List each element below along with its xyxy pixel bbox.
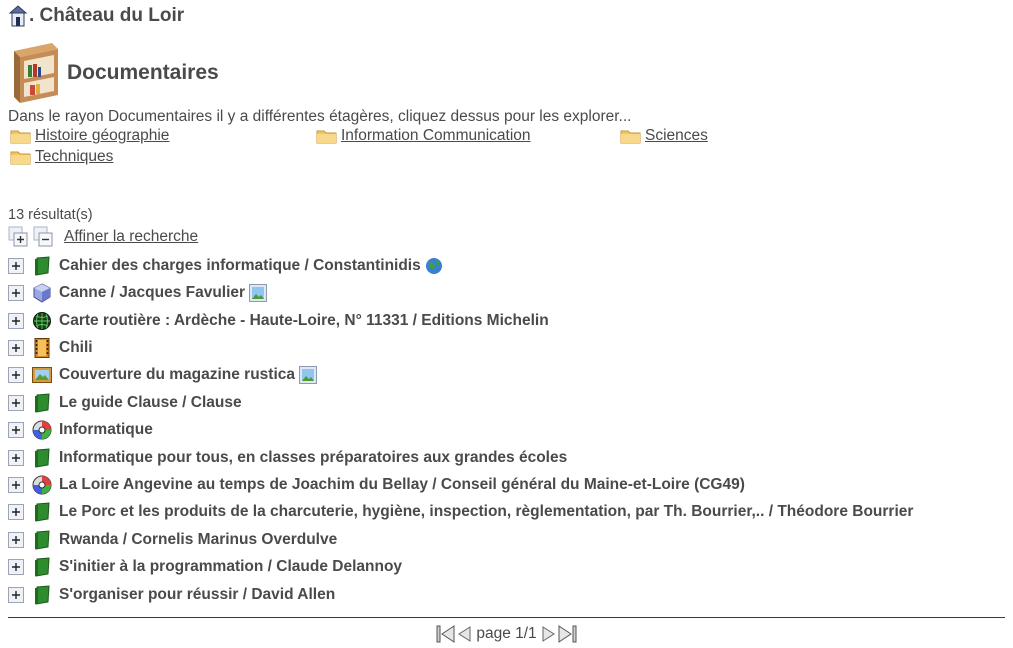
expand-plus-icon[interactable] [8, 366, 24, 383]
cd-icon [32, 475, 52, 494]
pagination: page 1/1 [8, 622, 1005, 646]
image-icon [249, 283, 268, 302]
expand-plus-icon[interactable] [8, 449, 24, 466]
result-row[interactable]: Le guide Clause / Clause [8, 389, 242, 416]
expand-plus-icon[interactable] [8, 558, 24, 575]
expand-plus-icon[interactable] [8, 312, 24, 329]
shelf-title-text: Documentaires [67, 61, 219, 84]
page-indicator: page 1/1 [476, 625, 537, 642]
result-row[interactable]: Couverture du magazine rustica [8, 361, 318, 388]
subshelf-information-communication[interactable]: Information Communication [314, 127, 531, 145]
folder-icon [620, 130, 641, 144]
refine-search-link[interactable]: Affiner la recherche [64, 228, 198, 246]
result-row[interactable]: Le Porc et les produits de la charcuteri… [8, 498, 913, 525]
shelf-header: Documentaires [8, 41, 219, 105]
result-row[interactable]: Carte routière : Ardèche - Haute-Loire, … [8, 307, 549, 334]
subshelf-label: Histoire géographie [35, 127, 170, 144]
result-row[interactable]: Canne / Jacques Favulier [8, 279, 268, 306]
result-row[interactable]: Cahier des charges informatique / Consta… [8, 252, 443, 279]
map-globe-icon [33, 311, 51, 330]
result-title[interactable]: Carte routière : Ardèche - Haute-Loire, … [59, 312, 549, 330]
book-icon [35, 447, 50, 468]
result-row[interactable]: Rwanda / Cornelis Marinus Overdulve [8, 526, 337, 553]
result-title[interactable]: Le guide Clause / Clause [59, 394, 242, 412]
result-row[interactable]: S'initier à la programmation / Claude De… [8, 553, 402, 580]
first-page-icon[interactable] [436, 625, 456, 643]
bookshelf-icon [14, 43, 58, 103]
expand-plus-icon[interactable] [8, 531, 24, 548]
subshelf-label: Techniques [35, 148, 114, 165]
subshelf-label: Information Communication [341, 127, 531, 144]
subshelf-techniques[interactable]: Techniques [8, 148, 113, 166]
expand-plus-icon[interactable] [8, 586, 24, 603]
result-row[interactable]: Informatique [8, 416, 153, 443]
globe-icon [425, 257, 442, 274]
result-title[interactable]: Rwanda / Cornelis Marinus Overdulve [59, 531, 337, 549]
book-icon [35, 584, 50, 605]
library-title-text: . Château du Loir [29, 5, 185, 26]
expand-all-icon[interactable] [8, 226, 30, 248]
library-title: . Château du Loir [8, 3, 184, 29]
result-title[interactable]: Canne / Jacques Favulier [59, 284, 245, 302]
result-title[interactable]: Chili [59, 339, 93, 357]
film-icon [34, 337, 50, 358]
book-icon [35, 255, 50, 276]
book-icon [35, 556, 50, 577]
subshelf-label: Sciences [645, 127, 708, 144]
result-title[interactable]: Le Porc et les produits de la charcuteri… [59, 503, 913, 521]
next-page-icon[interactable] [541, 625, 557, 643]
result-count: 13 résultat(s) [8, 207, 93, 223]
last-page-icon[interactable] [557, 625, 577, 643]
picture-icon [32, 366, 52, 383]
cd-icon [32, 420, 52, 439]
result-title[interactable]: Cahier des charges informatique / Consta… [59, 257, 421, 275]
library-house-icon [8, 5, 28, 27]
result-title[interactable]: S'initier à la programmation / Claude De… [59, 558, 402, 576]
folder-icon [10, 151, 31, 165]
subshelf-histoire-geographie[interactable]: Histoire géographie [8, 127, 169, 145]
result-row[interactable]: Chili [8, 334, 93, 361]
result-title[interactable]: S'organiser pour réussir / David Allen [59, 586, 335, 604]
shelf-intro: Dans le rayon Documentaires il y a diffé… [8, 108, 632, 125]
folder-icon [10, 130, 31, 144]
expand-plus-icon[interactable] [8, 503, 24, 520]
folder-icon [316, 130, 337, 144]
expand-plus-icon[interactable] [8, 476, 24, 493]
result-title[interactable]: Informatique [59, 421, 153, 439]
result-title[interactable]: Informatique pour tous, en classes prépa… [59, 449, 567, 467]
expand-plus-icon[interactable] [8, 421, 24, 438]
previous-page-icon[interactable] [456, 625, 472, 643]
expand-plus-icon[interactable] [8, 284, 24, 301]
expand-plus-icon[interactable] [8, 394, 24, 411]
expand-plus-icon[interactable] [8, 339, 24, 356]
refine-bar: Affiner la recherche [8, 225, 198, 249]
book-icon [35, 501, 50, 522]
book-icon [35, 392, 50, 413]
result-title[interactable]: La Loire Angevine au temps de Joachim du… [59, 476, 745, 494]
collapse-all-icon[interactable] [33, 226, 55, 248]
result-row[interactable]: Informatique pour tous, en classes prépa… [8, 444, 567, 471]
result-row[interactable]: S'organiser pour réussir / David Allen [8, 581, 335, 608]
3d-object-icon [33, 282, 51, 303]
expand-plus-icon[interactable] [8, 257, 24, 274]
pager-divider [8, 617, 1005, 618]
result-row[interactable]: La Loire Angevine au temps de Joachim du… [8, 471, 745, 498]
result-title[interactable]: Couverture du magazine rustica [59, 366, 295, 384]
image-icon [299, 365, 318, 384]
subshelf-sciences[interactable]: Sciences [618, 127, 708, 145]
book-icon [35, 529, 50, 550]
